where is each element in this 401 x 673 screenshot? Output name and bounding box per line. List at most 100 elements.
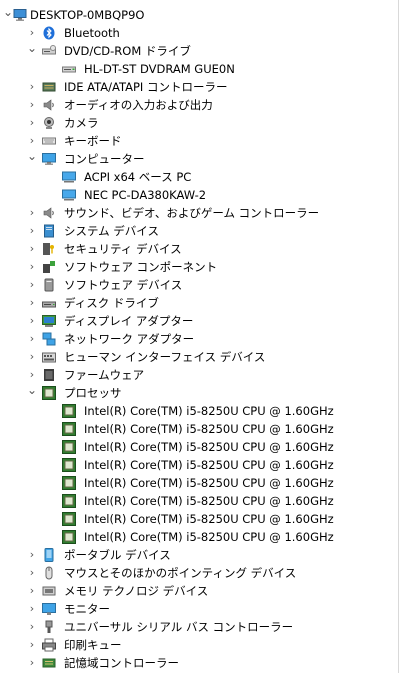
expand-arrow-icon[interactable]: › bbox=[26, 78, 38, 96]
computer-icon bbox=[42, 152, 56, 166]
category-label: コンピューター bbox=[64, 152, 145, 166]
expand-arrow-icon[interactable]: › bbox=[26, 222, 38, 240]
tree-device-item[interactable]: Intel(R) Core(TM) i5-8250U CPU @ 1.60GHz bbox=[0, 474, 398, 492]
collapse-arrow-icon[interactable]: ⌄ bbox=[26, 150, 38, 168]
device-label: Intel(R) Core(TM) i5-8250U CPU @ 1.60GHz bbox=[84, 422, 334, 436]
tree-category-3[interactable]: › オーディオの入力および出力 bbox=[0, 96, 398, 114]
expand-arrow-icon[interactable]: › bbox=[26, 96, 38, 114]
tree-category-11[interactable]: › ソフトウェア デバイス bbox=[0, 276, 398, 294]
expand-arrow-icon[interactable]: › bbox=[26, 132, 38, 150]
expand-arrow-icon[interactable]: › bbox=[26, 312, 38, 330]
tree-category-1[interactable]: ⌄ DVD/CD-ROM ドライブ bbox=[0, 42, 398, 60]
device-label: ACPI x64 ベース PC bbox=[84, 170, 192, 184]
expand-arrow-icon[interactable]: › bbox=[26, 294, 38, 312]
tree-category-4[interactable]: › カメラ bbox=[0, 114, 398, 132]
tree-category-19[interactable]: › マウスとそのほかのポインティング デバイス bbox=[0, 564, 398, 582]
device-label: NEC PC-DA380KAW-2 bbox=[84, 188, 207, 202]
tree-category-9[interactable]: › セキュリティ デバイス bbox=[0, 240, 398, 258]
expand-arrow-icon[interactable]: › bbox=[26, 618, 38, 636]
tree-category-8[interactable]: › システム デバイス bbox=[0, 222, 398, 240]
memory-device-icon bbox=[42, 584, 56, 598]
expand-arrow-icon[interactable]: › bbox=[26, 204, 38, 222]
cpu-icon bbox=[62, 512, 76, 526]
tree-device-item[interactable]: Intel(R) Core(TM) i5-8250U CPU @ 1.60GHz bbox=[0, 438, 398, 456]
tree-device-item[interactable]: HL-DT-ST DVDRAM GUE0N bbox=[0, 60, 398, 78]
collapse-arrow-icon[interactable]: ⌄ bbox=[26, 42, 38, 60]
tree-device-item[interactable]: Intel(R) Core(TM) i5-8250U CPU @ 1.60GHz bbox=[0, 456, 398, 474]
disk-drive-icon bbox=[42, 296, 56, 310]
firmware-icon bbox=[42, 368, 56, 382]
collapse-arrow-icon[interactable]: ⌄ bbox=[26, 384, 38, 402]
category-label: オーディオの入力および出力 bbox=[64, 98, 213, 112]
device-label: Intel(R) Core(TM) i5-8250U CPU @ 1.60GHz bbox=[84, 458, 334, 472]
tree-category-24[interactable]: › 記憶域コントローラー bbox=[0, 654, 398, 672]
dvd-device-icon bbox=[62, 62, 76, 76]
category-label: システム デバイス bbox=[64, 224, 159, 238]
device-manager-panel: ⌄ DESKTOP-0MBQP9O › Bluetooth ⌄ DVD/CD-ROM ドラ… bbox=[0, 0, 399, 673]
category-label: ネットワーク アダプター bbox=[64, 332, 195, 346]
expand-arrow-icon[interactable]: › bbox=[26, 564, 38, 582]
expand-arrow-icon[interactable]: › bbox=[26, 276, 38, 294]
category-label: ディスク ドライブ bbox=[64, 296, 159, 310]
category-label: メモリ テクノロジ デバイス bbox=[64, 584, 209, 598]
category-label: カメラ bbox=[64, 116, 99, 130]
category-label: ポータブル デバイス bbox=[64, 548, 171, 562]
category-label: ユニバーサル シリアル バス コントローラー bbox=[64, 620, 294, 634]
tree-category-17[interactable]: ⌄ プロセッサ bbox=[0, 384, 398, 402]
bluetooth-icon bbox=[42, 26, 56, 40]
device-label: Intel(R) Core(TM) i5-8250U CPU @ 1.60GHz bbox=[84, 440, 334, 454]
tree-device-item[interactable]: Intel(R) Core(TM) i5-8250U CPU @ 1.60GHz bbox=[0, 510, 398, 528]
computer-child-icon bbox=[62, 170, 76, 184]
tree-device-item[interactable]: Intel(R) Core(TM) i5-8250U CPU @ 1.60GHz bbox=[0, 528, 398, 546]
tree-device-item[interactable]: ACPI x64 ベース PC bbox=[0, 168, 398, 186]
printer-icon bbox=[42, 638, 56, 652]
expand-arrow-icon[interactable]: › bbox=[26, 366, 38, 384]
tree-category-2[interactable]: › IDE ATA/ATAPI コントローラー bbox=[0, 78, 398, 96]
expand-arrow-icon[interactable]: › bbox=[26, 24, 38, 42]
tree-category-22[interactable]: › ユニバーサル シリアル バス コントローラー bbox=[0, 618, 398, 636]
device-label: Intel(R) Core(TM) i5-8250U CPU @ 1.60GHz bbox=[84, 530, 334, 544]
tree-category-12[interactable]: › ディスク ドライブ bbox=[0, 294, 398, 312]
expand-arrow-icon[interactable]: › bbox=[26, 546, 38, 564]
expand-arrow-icon[interactable]: › bbox=[26, 240, 38, 258]
tree-category-5[interactable]: › キーボード bbox=[0, 132, 398, 150]
category-label: サウンド、ビデオ、およびゲーム コントローラー bbox=[64, 206, 320, 220]
expand-arrow-icon[interactable]: › bbox=[26, 330, 38, 348]
expand-arrow-icon[interactable]: › bbox=[26, 600, 38, 618]
hid-icon bbox=[42, 350, 56, 364]
tree-root-computer[interactable]: ⌄ DESKTOP-0MBQP9O bbox=[0, 6, 398, 24]
tree-category-18[interactable]: › ポータブル デバイス bbox=[0, 546, 398, 564]
ide-controller-icon bbox=[42, 80, 56, 94]
expand-arrow-icon[interactable]: › bbox=[26, 654, 38, 672]
tree-category-20[interactable]: › メモリ テクノロジ デバイス bbox=[0, 582, 398, 600]
cpu-icon bbox=[62, 494, 76, 508]
tree-category-23[interactable]: › 印刷キュー bbox=[0, 636, 398, 654]
expand-arrow-icon[interactable]: › bbox=[26, 582, 38, 600]
tree-device-item[interactable]: Intel(R) Core(TM) i5-8250U CPU @ 1.60GHz bbox=[0, 402, 398, 420]
tree-category-6[interactable]: ⌄ コンピューター bbox=[0, 150, 398, 168]
device-label: Intel(R) Core(TM) i5-8250U CPU @ 1.60GHz bbox=[84, 512, 334, 526]
tree-category-7[interactable]: › サウンド、ビデオ、およびゲーム コントローラー bbox=[0, 204, 398, 222]
tree-device-item[interactable]: NEC PC-DA380KAW-2 bbox=[0, 186, 398, 204]
tree-device-item[interactable]: Intel(R) Core(TM) i5-8250U CPU @ 1.60GHz bbox=[0, 420, 398, 438]
category-label: 記憶域コントローラー bbox=[64, 656, 179, 670]
expand-arrow-icon[interactable]: › bbox=[26, 114, 38, 132]
tree-category-10[interactable]: › ソフトウェア コンポーネント bbox=[0, 258, 398, 276]
tree-category-16[interactable]: › ファームウェア bbox=[0, 366, 398, 384]
security-device-icon bbox=[42, 242, 56, 256]
tree-category-21[interactable]: › モニター bbox=[0, 600, 398, 618]
tree-category-13[interactable]: › ディスプレイ アダプター bbox=[0, 312, 398, 330]
tree-category-15[interactable]: › ヒューマン インターフェイス デバイス bbox=[0, 348, 398, 366]
software-component-icon bbox=[42, 260, 56, 274]
cpu-icon bbox=[62, 530, 76, 544]
cpu-icon bbox=[62, 458, 76, 472]
expand-arrow-icon[interactable]: › bbox=[26, 348, 38, 366]
tree-device-item[interactable]: Intel(R) Core(TM) i5-8250U CPU @ 1.60GHz bbox=[0, 492, 398, 510]
system-devices-icon bbox=[42, 224, 56, 238]
expand-arrow-icon[interactable]: › bbox=[26, 636, 38, 654]
tree-category-14[interactable]: › ネットワーク アダプター bbox=[0, 330, 398, 348]
tree-category-0[interactable]: › Bluetooth bbox=[0, 24, 398, 42]
expand-arrow-icon[interactable]: › bbox=[26, 258, 38, 276]
cpu-icon bbox=[62, 404, 76, 418]
category-label: ヒューマン インターフェイス デバイス bbox=[64, 350, 266, 364]
